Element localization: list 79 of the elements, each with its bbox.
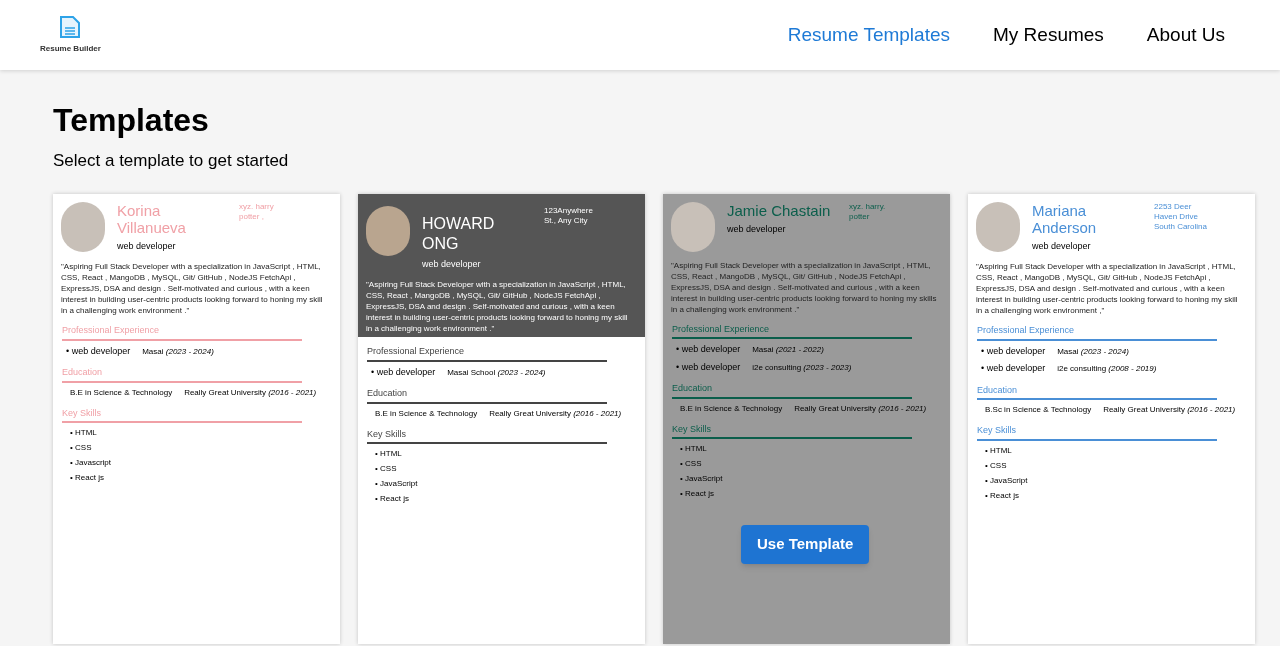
section-heading: Professional Experience [62, 324, 302, 341]
skill-item: • CSS [375, 463, 398, 475]
job-role: • web developer [981, 362, 1046, 375]
nav-link[interactable]: About Us [1146, 20, 1225, 50]
company-text: Masai (2021 - 2022) [752, 344, 824, 356]
resume-name: HOWARD ONG [422, 213, 496, 254]
summary-text: "Aspiring Full Stack Developer with a specialization in JavaScript , HTML, CSS, React , MangoDB , MySQL, Git/ GitHub , NodeJS FetchApi , ExpressJS, DSA and design . Self-motivated and curious , with a keen interest in building user-centric products looking forward to honing my skill in a challenging work environment ," [976, 261, 1239, 316]
skill-item: • React js [680, 488, 715, 500]
resume-name: Korina Villanueva [117, 201, 187, 236]
address-text: xyz. harry potter , [239, 201, 275, 222]
skill-item: • JavaScript [985, 474, 1029, 487]
photo-placeholder [976, 201, 1020, 252]
section-heading: Key Skills [672, 422, 912, 439]
degree-text: B.E in Science & Technology [70, 386, 173, 399]
skill-item: • CSS [70, 442, 93, 454]
skill-item: • HTML [70, 427, 98, 439]
section-heading: Key Skills [977, 424, 1217, 441]
use-template-button[interactable]: Use Template [741, 525, 870, 564]
page-subtitle: Select a template to get started [53, 150, 290, 172]
section-heading: Professional Experience [672, 322, 912, 339]
template-card[interactable] [358, 193, 645, 644]
skill-item: • HTML [985, 444, 1013, 457]
summary-text: "Aspiring Full Stack Developer with a specialization in JavaScript , HTML, CSS, React , MangoDB , MySQL, Git/ GitHub , NodeJS FetchApi , ExpressJS, DSA and design . Self-motivated and curious , with a keen interest in building user-centric products looking forward to honing my skill in a challenging work environment ." [61, 261, 324, 316]
section-heading: Education [977, 383, 1217, 400]
resume-name: Jamie Chastain [727, 201, 832, 219]
resume-name: Mariana Anderson [1032, 201, 1098, 236]
section-heading: Key Skills [367, 427, 607, 444]
address-text: 2253 Deer Haven Drive South Carolina [1154, 201, 1208, 232]
job-role: • web developer [66, 344, 131, 358]
nav-link[interactable]: Resume Templates [787, 20, 950, 50]
job-role: • web developer [371, 365, 436, 379]
job-title: web developer [422, 257, 482, 271]
section-heading: Professional Experience [367, 345, 607, 362]
skill-item: • JavaScript [375, 478, 419, 490]
page-title: Templates [53, 101, 210, 140]
skill-item: • React js [70, 472, 105, 484]
job-role: • web developer [981, 344, 1046, 358]
skill-item: • HTML [375, 448, 403, 460]
document-icon [59, 15, 82, 39]
address-text: 123Anywhere St., Any City [544, 205, 594, 226]
skill-item: • CSS [985, 459, 1008, 472]
company-text: i2e consulting (2023 - 2023) [752, 361, 852, 374]
section-heading: Education [62, 366, 302, 383]
job-role: • web developer [676, 343, 741, 356]
section-heading: Professional Experience [977, 324, 1217, 341]
company-text: Masai (2023 - 2024) [142, 345, 214, 358]
photo-placeholder [366, 205, 410, 256]
skill-item: • React js [375, 493, 410, 505]
summary-text: "Aspiring Full Stack Developer with a specialization in JavaScript , HTML, CSS, React , MangoDB , MySQL, Git/ GitHub , NodeJS FetchApi , ExpressJS, DSA and design . Self-motivated and curious , with a keen interest in building user-centric products looking forward to honing my skill in a challenging work environment ." [366, 279, 629, 334]
company-text: i2e consulting (2008 - 2019) [1057, 363, 1157, 375]
company-text: Masai (2023 - 2024) [1057, 345, 1129, 358]
job-role: • web developer [676, 360, 741, 374]
skill-item: • CSS [680, 458, 703, 470]
logo-text: Resume Builder [40, 43, 101, 55]
school-text: Really Great University (2016 - 2021) [489, 407, 622, 420]
photo-placeholder [61, 201, 105, 252]
degree-text: B.Sc in Science & Technology [985, 404, 1092, 416]
job-title: web developer [1032, 239, 1092, 253]
school-text: Really Great University (2016 - 2021) [794, 402, 927, 415]
template-card[interactable] [968, 193, 1255, 644]
job-title: web developer [117, 239, 177, 253]
degree-text: B.E in Science & Technology [680, 402, 783, 415]
summary-text: "Aspiring Full Stack Developer with a specialization in JavaScript , HTML, CSS, React , MangoDB , MySQL, Git/ GitHub , NodeJS FetchApi , ExpressJS, DSA and design . Self-motivated and curious , with a keen interest in building user-centric products looking forward to honing my skills in a challenging work environment ." [671, 259, 937, 315]
address-text: xyz. harry. potter [849, 201, 887, 222]
nav-link[interactable]: My Resumes [993, 20, 1104, 50]
template-card[interactable] [53, 193, 340, 644]
skill-item: • React js [985, 489, 1020, 502]
skill-item: • JavaScript [680, 473, 724, 485]
job-title: web developer [727, 222, 787, 236]
school-text: Really Great University (2016 - 2021) [184, 386, 317, 399]
photo-placeholder [671, 201, 715, 252]
company-text: Masai School (2023 - 2024) [447, 366, 546, 379]
section-heading: Key Skills [62, 406, 302, 423]
section-heading: Education [672, 382, 912, 399]
degree-text: B.E in Science & Technology [375, 407, 478, 420]
skill-item: • HTML [680, 443, 708, 455]
skill-item: • Javascript [70, 457, 113, 469]
school-text: Really Great University (2016 - 2021) [1103, 404, 1236, 416]
section-heading: Education [367, 387, 607, 404]
